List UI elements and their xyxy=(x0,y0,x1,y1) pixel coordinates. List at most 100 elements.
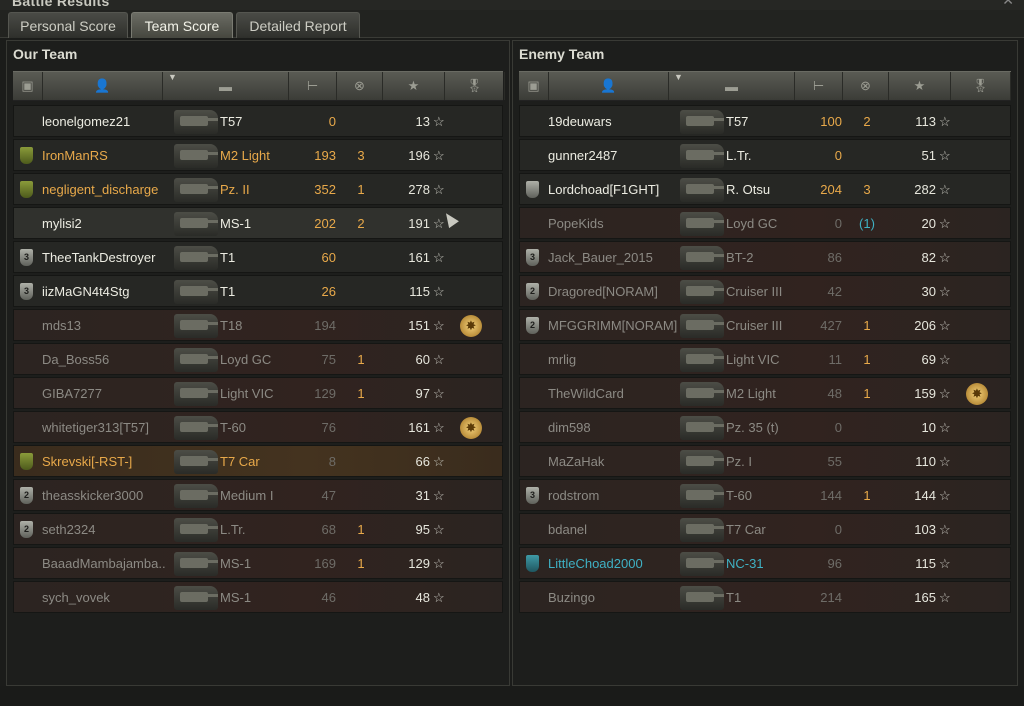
player-name[interactable]: Buzingo xyxy=(548,582,595,614)
table-row[interactable]: mylisi2 MS-1 202 2 191 ☆ xyxy=(13,207,503,239)
player-name[interactable]: LittleChoad2000 xyxy=(548,548,643,580)
medal-icon[interactable]: ✸ xyxy=(460,417,482,439)
player-name[interactable]: mrlig xyxy=(548,344,576,376)
table-row[interactable]: 2 theasskicker3000 Medium I 47 31 ☆ xyxy=(13,479,503,511)
player-name[interactable]: iizMaGN4t4Stg xyxy=(42,276,129,308)
column-xp-icon[interactable]: ★ xyxy=(383,72,445,100)
tank-icon xyxy=(174,484,218,508)
xp-value: 48 xyxy=(415,590,430,605)
column-tank-icon[interactable]: ▬ xyxy=(163,72,289,100)
xp-star-icon: ☆ xyxy=(433,182,445,197)
table-row[interactable]: sych_vovek MS-1 46 48 ☆ xyxy=(13,581,503,613)
column-medal-icon[interactable]: 🎖 xyxy=(445,72,505,100)
column-kills-icon[interactable]: ⊗ xyxy=(337,72,383,100)
player-name[interactable]: leonelgomez21 xyxy=(42,106,130,138)
player-name[interactable]: seth2324 xyxy=(42,514,96,546)
column-damage-icon[interactable]: ⊢ xyxy=(289,72,337,100)
table-row[interactable]: 3 TheeTankDestroyer T1 60 161 ☆ xyxy=(13,241,503,273)
player-name[interactable]: MFGGRIMM[NORAM] xyxy=(548,310,677,342)
kills-value: 3 xyxy=(357,148,365,163)
table-row[interactable]: 3 Jack_Bauer_2015 BT-2 86 82 ☆ xyxy=(519,241,1011,273)
table-row[interactable]: TheWildCard M2 Light 48 1 159 ☆ ✸ xyxy=(519,377,1011,409)
column-platoon-icon[interactable]: ▣ xyxy=(519,72,549,100)
table-row[interactable]: mds13 T18 194 151 ☆ ✸ xyxy=(13,309,503,341)
table-row[interactable]: dim598 Pz. 35 (t) 0 10 ☆ xyxy=(519,411,1011,443)
player-name[interactable]: BaaadMambajamba.. xyxy=(42,548,166,580)
player-name[interactable]: GIBA7277 xyxy=(42,378,102,410)
player-name[interactable]: mylisi2 xyxy=(42,208,82,240)
medal-icon[interactable]: ✸ xyxy=(460,315,482,337)
player-name[interactable]: sych_vovek xyxy=(42,582,110,614)
table-row[interactable]: negligent_discharge Pz. II 352 1 278 ☆ xyxy=(13,173,503,205)
tab-personal-score[interactable]: Personal Score xyxy=(8,12,128,38)
table-row[interactable]: mrlig Light VIC 11 1 69 ☆ xyxy=(519,343,1011,375)
kills-value: (1) xyxy=(859,216,875,231)
kills-value xyxy=(850,276,884,308)
player-name[interactable]: PopeKids xyxy=(548,208,604,240)
tank-icon xyxy=(680,518,724,542)
kills-value: 1 xyxy=(863,488,871,503)
player-name[interactable]: IronManRS xyxy=(42,140,108,172)
xp-value: 51 xyxy=(921,148,936,163)
tab-team-score[interactable]: Team Score xyxy=(131,12,233,38)
xp-value: 161 xyxy=(408,250,430,265)
table-row[interactable]: bdanel T7 Car 0 103 ☆ xyxy=(519,513,1011,545)
close-icon[interactable]: ✕ xyxy=(1002,0,1014,9)
player-name[interactable]: theasskicker3000 xyxy=(42,480,143,512)
kills-value: 1 xyxy=(863,386,871,401)
column-player-icon[interactable]: 👤 xyxy=(549,72,669,100)
player-name[interactable]: Jack_Bauer_2015 xyxy=(548,242,653,274)
player-name[interactable]: TheeTankDestroyer xyxy=(42,242,155,274)
player-name[interactable]: rodstrom xyxy=(548,480,599,512)
tank-icon xyxy=(174,144,218,168)
player-name[interactable]: MaZaHak xyxy=(548,446,604,478)
kills-value xyxy=(344,242,378,274)
player-name[interactable]: whitetiger313[T57] xyxy=(42,412,149,444)
table-row[interactable]: GIBA7277 Light VIC 129 1 97 ☆ xyxy=(13,377,503,409)
column-xp-icon[interactable]: ★ xyxy=(889,72,951,100)
xp-value: 165 xyxy=(914,590,936,605)
column-damage-icon[interactable]: ⊢ xyxy=(795,72,843,100)
player-name[interactable]: Dragored[NORAM] xyxy=(548,276,658,308)
player-name[interactable]: Lordchoad[F1GHT] xyxy=(548,174,659,206)
player-name[interactable]: dim598 xyxy=(548,412,591,444)
player-name[interactable]: Da_Boss56 xyxy=(42,344,109,376)
table-row[interactable]: MaZaHak Pz. I 55 110 ☆ xyxy=(519,445,1011,477)
table-row[interactable]: 3 iizMaGN4t4Stg T1 26 115 ☆ xyxy=(13,275,503,307)
table-row[interactable]: Lordchoad[F1GHT] R. Otsu 204 3 282 ☆ xyxy=(519,173,1011,205)
medal-icon[interactable]: ✸ xyxy=(966,383,988,405)
table-row[interactable]: Skrevski[-RST-] T7 Car 8 66 ☆ xyxy=(13,445,503,477)
column-kills-icon[interactable]: ⊗ xyxy=(843,72,889,100)
table-row[interactable]: 2 MFGGRIMM[NORAM] Cruiser III 427 1 206 ☆ xyxy=(519,309,1011,341)
player-name[interactable]: bdanel xyxy=(548,514,587,546)
xp-value: 129 xyxy=(408,556,430,571)
table-row[interactable]: gunner2487 L.Tr. 0 51 ☆ xyxy=(519,139,1011,171)
table-row[interactable]: Buzingo T1 214 165 ☆ xyxy=(519,581,1011,613)
column-platoon-icon[interactable]: ▣ xyxy=(13,72,43,100)
column-player-icon[interactable]: 👤 xyxy=(43,72,163,100)
player-name[interactable]: gunner2487 xyxy=(548,140,617,172)
tank-icon xyxy=(174,246,218,270)
column-medal-icon[interactable]: 🎖 xyxy=(951,72,1011,100)
player-name[interactable]: Skrevski[-RST-] xyxy=(42,446,132,478)
player-name[interactable]: mds13 xyxy=(42,310,81,342)
player-name[interactable]: TheWildCard xyxy=(548,378,624,410)
tank-icon xyxy=(680,280,724,304)
player-name[interactable]: negligent_discharge xyxy=(42,174,158,206)
table-row[interactable]: Da_Boss56 Loyd GC 75 1 60 ☆ xyxy=(13,343,503,375)
column-tank-icon[interactable]: ▬ xyxy=(669,72,795,100)
table-row[interactable]: 19deuwars T57 100 2 113 ☆ xyxy=(519,105,1011,137)
table-row[interactable]: BaaadMambajamba.. MS-1 169 1 129 ☆ xyxy=(13,547,503,579)
damage-value: 194 xyxy=(314,318,336,333)
player-name[interactable]: 19deuwars xyxy=(548,106,612,138)
table-row[interactable]: leonelgomez21 T57 0 13 ☆ xyxy=(13,105,503,137)
table-row[interactable]: 3 rodstrom T-60 144 1 144 ☆ xyxy=(519,479,1011,511)
table-row[interactable]: 2 Dragored[NORAM] Cruiser III 42 30 ☆ xyxy=(519,275,1011,307)
table-row[interactable]: PopeKids Loyd GC 0 (1) 20 ☆ xyxy=(519,207,1011,239)
table-row[interactable]: LittleChoad2000 NC-31 96 115 ☆ xyxy=(519,547,1011,579)
table-row[interactable]: IronManRS M2 Light 193 3 196 ☆ xyxy=(13,139,503,171)
table-row[interactable]: 2 seth2324 L.Tr. 68 1 95 ☆ xyxy=(13,513,503,545)
tab-detailed-report[interactable]: Detailed Report xyxy=(236,12,360,38)
tank-icon xyxy=(174,348,218,372)
table-row[interactable]: whitetiger313[T57] T-60 76 161 ☆ ✸ xyxy=(13,411,503,443)
